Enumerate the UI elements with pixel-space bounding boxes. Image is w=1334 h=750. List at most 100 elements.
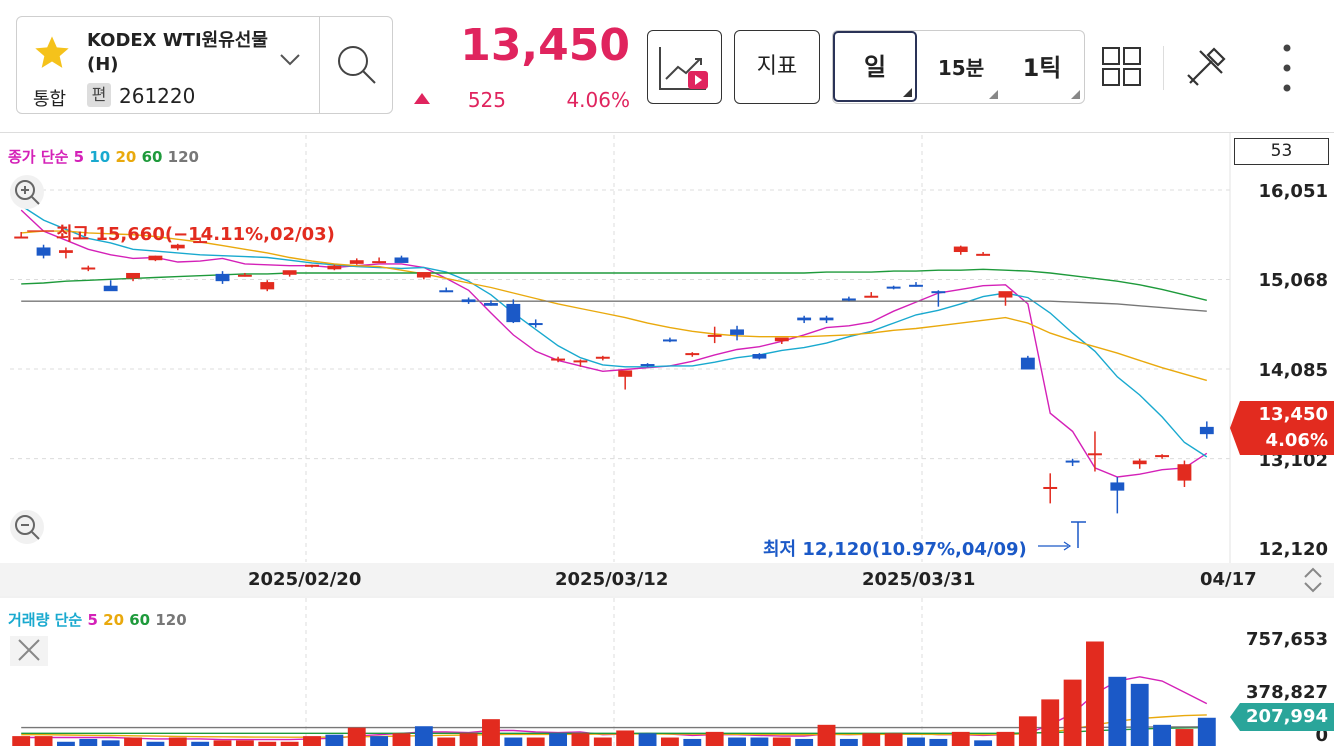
date-label: 2025/03/31: [862, 569, 976, 590]
candle-body: [909, 284, 923, 287]
candle-body: [618, 370, 633, 377]
volume-bar: [616, 730, 635, 746]
volume-bar: [862, 733, 881, 746]
candle-body: [81, 267, 96, 270]
candle-body: [819, 317, 834, 321]
candle-body: [841, 298, 856, 301]
candle-body: [461, 299, 476, 303]
volume-bar: [593, 737, 612, 746]
legend-ma60: 60: [129, 611, 151, 629]
current-volume-tag: 207,994: [1230, 703, 1334, 731]
candle-body: [394, 257, 409, 263]
volume-bar: [907, 737, 925, 746]
candle-body: [260, 282, 275, 290]
candle-body: [685, 353, 700, 356]
candle-body: [976, 253, 991, 256]
volume-bar: [772, 737, 791, 746]
volume-bar: [728, 737, 746, 746]
volume-bar: [795, 738, 814, 746]
volume-bar: [280, 741, 299, 746]
volume-bar: [951, 731, 970, 746]
candle-body: [752, 354, 767, 359]
candle-body: [1199, 426, 1214, 435]
candle-body: [1110, 482, 1125, 491]
volume-legend[interactable]: 거래량 단순 5 20 60 120: [8, 609, 187, 630]
candle-body: [1020, 357, 1035, 370]
candle-body: [1065, 460, 1080, 463]
candle-body: [931, 291, 946, 294]
legend-ma120: 120: [155, 611, 187, 629]
stock-chart[interactable]: [0, 0, 1334, 750]
volume-bar: [817, 724, 836, 746]
sort-icon[interactable]: [1302, 566, 1324, 594]
candle-body: [774, 337, 789, 342]
legend-ma20: 20: [115, 148, 137, 166]
close-icon: [18, 639, 40, 661]
count-box[interactable]: 53: [1234, 138, 1329, 165]
candle-body: [886, 286, 901, 289]
volume-bar: [370, 736, 389, 746]
volume-bar: [414, 726, 433, 746]
candle-body: [215, 273, 230, 282]
candle-body: [349, 260, 364, 264]
candle-body: [1132, 460, 1147, 465]
date-label: 2025/02/20: [248, 569, 362, 590]
volume-bar: [146, 741, 165, 746]
volume-bar: [79, 738, 98, 746]
high-annotation: 최고 15,660(−14.11%,02/03): [56, 224, 335, 245]
volume-bar: [392, 733, 411, 746]
zoom-out-icon: [15, 515, 40, 540]
volume-bar: [549, 733, 568, 746]
low-annotation: 최저 12,120(10.97%,04/09): [763, 539, 1027, 560]
current-volume-value: 207,994: [1246, 706, 1328, 727]
axis-label: 16,051: [1258, 181, 1328, 202]
axis-label: 15,068: [1258, 270, 1328, 291]
legend-ma5: 5: [87, 611, 98, 629]
candle-body: [1155, 455, 1170, 458]
current-price-tag: 13,450 4.06%: [1230, 401, 1334, 455]
axis-label: 12,120: [1258, 539, 1328, 560]
volume-bar: [303, 736, 321, 746]
volume-bar: [1130, 683, 1149, 746]
candle-body: [126, 272, 140, 279]
volume-bar: [191, 741, 210, 746]
volume-bar: [258, 741, 277, 746]
volume-bar: [1108, 676, 1127, 746]
candle-body: [1088, 453, 1102, 456]
candle-body: [730, 329, 744, 335]
candle-body: [551, 358, 566, 361]
volume-axis-label: 757,653: [1246, 629, 1328, 650]
volume-bar: [750, 737, 769, 746]
candle-body: [640, 364, 655, 367]
volume-bar: [1175, 729, 1194, 746]
legend-ma120: 120: [167, 148, 199, 166]
volume-bar: [213, 740, 232, 746]
volume-bar: [124, 737, 142, 746]
volume-bar: [1197, 717, 1216, 746]
volume-bar: [459, 733, 478, 746]
candle-body: [237, 274, 252, 277]
candle-body: [998, 291, 1013, 298]
candle-body: [1177, 464, 1192, 481]
candle-body: [416, 272, 431, 278]
date-label: 04/17: [1200, 569, 1257, 590]
volume-bar: [168, 737, 187, 746]
volume-bar: [34, 736, 53, 746]
legend-ma20: 20: [103, 611, 125, 629]
volume-bar: [504, 737, 523, 746]
volume-bar: [929, 738, 948, 746]
volume-bar: [437, 737, 456, 746]
zoom-out-button[interactable]: [10, 510, 44, 544]
candle-body: [707, 334, 722, 337]
candle-body: [864, 295, 879, 298]
candle-body: [148, 255, 163, 261]
volume-bar: [638, 733, 657, 746]
zoom-in-button[interactable]: [10, 175, 44, 209]
price-legend[interactable]: 종가 단순 5 10 20 60 120: [8, 146, 199, 167]
candle-body: [305, 264, 319, 267]
candle-body: [372, 261, 387, 264]
legend-ma60: 60: [141, 148, 163, 166]
zoom-in-icon: [15, 180, 40, 205]
close-volume-button[interactable]: [10, 636, 48, 666]
current-price-tag-pct: 4.06%: [1265, 430, 1328, 451]
